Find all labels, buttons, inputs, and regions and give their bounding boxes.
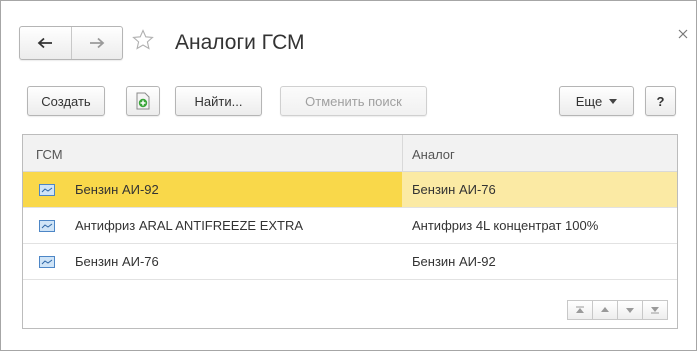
table-row[interactable]: Бензин АИ-76 Бензин АИ-92 (23, 244, 677, 280)
table-header: ГСМ Аналог (23, 135, 677, 172)
column-header-fuel[interactable]: ГСМ (36, 147, 63, 162)
help-button[interactable]: ? (645, 86, 676, 116)
back-button[interactable] (20, 27, 71, 59)
catalog-item-icon (39, 255, 55, 268)
add-copy-button[interactable] (126, 86, 160, 116)
fuel-cell: Бензин АИ-76 (23, 244, 402, 279)
analog-cell: Бензин АИ-92 (402, 244, 677, 279)
scroll-top-icon (576, 306, 584, 313)
scroll-up-icon (601, 307, 609, 312)
table-row[interactable]: Антифриз ARAL ANTIFREEZE EXTRA Антифриз … (23, 208, 677, 244)
scroll-top-button[interactable] (567, 300, 593, 320)
back-arrow-icon (37, 37, 53, 49)
forward-arrow-icon (89, 37, 105, 49)
fuel-cell: Бензин АИ-92 (23, 172, 402, 207)
cancel-search-label: Отменить поиск (305, 93, 402, 109)
add-copy-icon (136, 92, 150, 110)
catalog-item-icon (39, 219, 55, 232)
scroll-down-button[interactable] (617, 300, 643, 320)
table-row[interactable]: Бензин АИ-92 Бензин АИ-76 (23, 172, 677, 208)
star-icon[interactable] (131, 28, 155, 52)
create-button[interactable]: Создать (27, 86, 105, 116)
find-button-label: Найти... (194, 93, 243, 109)
fuel-name: Бензин АИ-76 (75, 254, 159, 269)
close-icon[interactable] (676, 27, 690, 41)
scroll-buttons (567, 300, 668, 320)
forward-button[interactable] (70, 27, 123, 59)
catalog-item-icon (39, 183, 55, 196)
more-button[interactable]: Еще (559, 86, 634, 116)
navigation-buttons (19, 26, 123, 60)
analog-cell: Бензин АИ-76 (402, 172, 677, 207)
scroll-up-button[interactable] (592, 300, 618, 320)
fuel-name: Бензин АИ-92 (75, 182, 159, 197)
scroll-bottom-icon (651, 307, 659, 314)
column-divider (402, 135, 403, 171)
create-button-label: Создать (41, 93, 91, 109)
more-button-label: Еще (575, 93, 603, 109)
column-header-analog[interactable]: Аналог (412, 147, 455, 162)
help-button-label: ? (656, 93, 665, 109)
fuel-name: Антифриз ARAL ANTIFREEZE EXTRA (75, 218, 304, 233)
page-title: Аналоги ГСМ (175, 31, 305, 54)
analog-cell: Антифриз 4L концентрат 100% (402, 208, 677, 243)
chevron-down-icon (609, 98, 618, 104)
analog-name: Бензин АИ-76 (412, 182, 496, 197)
analog-name: Антифриз 4L концентрат 100% (412, 218, 599, 233)
fuel-cell: Антифриз ARAL ANTIFREEZE EXTRA (23, 208, 402, 243)
scroll-bottom-button[interactable] (642, 300, 668, 320)
cancel-search-button[interactable]: Отменить поиск (280, 86, 427, 116)
scroll-down-icon (626, 308, 634, 313)
find-button[interactable]: Найти... (175, 86, 262, 116)
analog-name: Бензин АИ-92 (412, 254, 496, 269)
